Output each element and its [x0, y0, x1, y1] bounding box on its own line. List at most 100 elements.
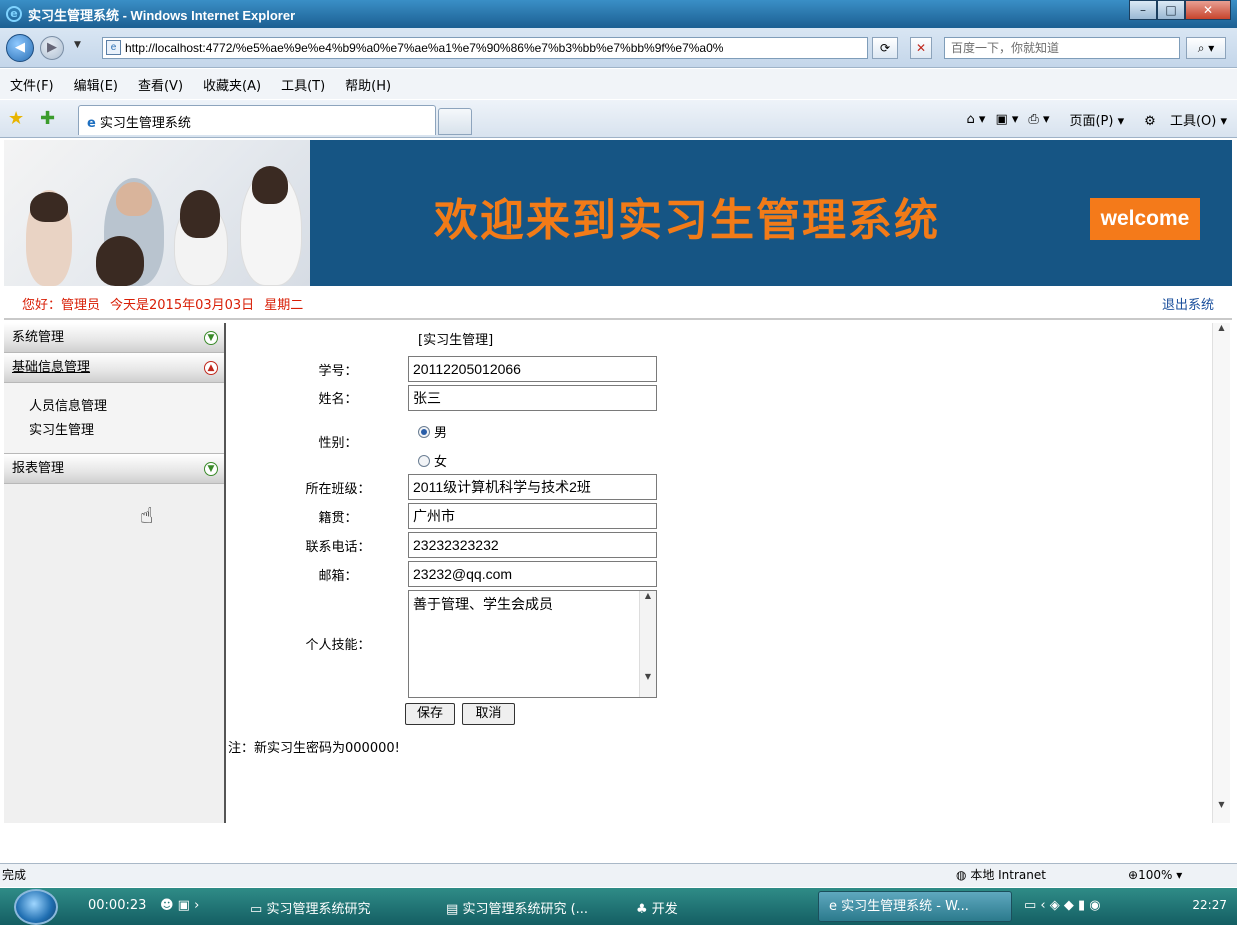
taskbar-item-folder[interactable]: ▭ 实习管理系统研究 [250, 898, 370, 917]
new-tab-button[interactable] [438, 108, 472, 135]
home-icon[interactable]: ⌂ ▾ [967, 112, 986, 127]
greeting-weekday: 星期二 [264, 298, 304, 313]
menu-bar: 文件(F) 编辑(E) 查看(V) 收藏夹(A) 工具(T) 帮助(H) [0, 69, 1237, 99]
tray-icons[interactable]: ▭ ‹ ◈ ◆ ▮ ◉ [1024, 898, 1101, 913]
favorites-star-icon[interactable]: ★ [8, 108, 24, 129]
document-icon: ▤ [446, 902, 459, 917]
gender-female-label: 女 [434, 455, 448, 470]
menu-view[interactable]: 查看(V) [138, 75, 183, 94]
menu-tools[interactable]: 工具(T) [281, 75, 325, 94]
minimize-button[interactable]: – [1129, 0, 1157, 20]
add-favorite-icon[interactable]: ✚ [40, 108, 55, 129]
command-bar: ⌂ ▾ ▣ ▾ ⎙ ▾ 页面(P) ▾ ⚙ 工具(O) ▾ [957, 110, 1227, 129]
radio-unselected-icon [418, 454, 430, 467]
page-menu-label: 页面(P) [1069, 114, 1114, 129]
refresh-button[interactable]: ⟳ [872, 37, 898, 59]
logout-link[interactable]: 退出系统 [1162, 294, 1214, 313]
zoom-icon: ⊕ [1128, 868, 1139, 882]
taskbar-item-document[interactable]: ▤ 实习管理系统研究 (... [446, 898, 588, 917]
expand-icon[interactable]: ▼ [204, 462, 218, 476]
back-button[interactable]: ◀ [6, 34, 34, 62]
sidebar-section-label: 报表管理 [12, 461, 65, 476]
globe-icon: ◍ [956, 868, 967, 882]
tools-menu[interactable]: ⚙ 工具(O) ▾ [1134, 110, 1227, 129]
cancel-button[interactable]: 取消 [462, 703, 515, 725]
tab-current[interactable]: e 实习生管理系统 [78, 105, 436, 135]
gender-radio-male[interactable]: 男 [418, 422, 447, 441]
skills-label: 个人技能： [305, 638, 371, 653]
tab-bar: ★ ✚ e 实习生管理系统 ⌂ ▾ ▣ ▾ ⎙ ▾ 页面(P) ▾ ⚙ 工具(O)… [0, 100, 1237, 138]
quick-launch-icons[interactable]: ☻ ▣ › [160, 898, 199, 913]
expand-icon[interactable]: ▼ [204, 331, 218, 345]
print-icon[interactable]: ⎙ ▾ [1028, 112, 1049, 127]
forward-button[interactable]: ▶ [40, 36, 64, 60]
name-field[interactable]: 张三 [408, 385, 657, 411]
sidebar-section-reports[interactable]: 报表管理 ▼ [4, 454, 224, 484]
start-button[interactable] [14, 889, 58, 925]
address-bar: ◀ ▶ ▼ e http://localhost:4772/%e5%ae%9e%… [0, 28, 1237, 68]
taskbar-item-label: 实习生管理系统 - W... [841, 899, 969, 914]
collapse-icon[interactable]: ▲ [204, 361, 218, 375]
radio-selected-icon [418, 425, 430, 438]
page-banner: 欢迎来到实习生管理系统 welcome [4, 140, 1232, 286]
sidebar-section-basic-info[interactable]: 基础信息管理 ▲ [4, 353, 224, 383]
page-menu[interactable]: 页面(P) ▾ [1059, 110, 1124, 129]
sidebar-submenu: 人员信息管理 实习生管理 [4, 383, 224, 454]
zone-indicator: ◍ 本地 Intranet [956, 864, 1046, 886]
email-field[interactable]: 23232@qq.com [408, 561, 657, 587]
folder-icon: ▭ [250, 902, 263, 917]
menu-edit[interactable]: 编辑(E) [74, 75, 118, 94]
phone-field[interactable]: 23232323232 [408, 532, 657, 558]
search-button[interactable]: ⌕ ▾ [1186, 37, 1226, 59]
tab-ie-icon: e [87, 116, 96, 131]
clock: 22:27 [1192, 898, 1227, 912]
maximize-button[interactable]: □ [1157, 0, 1185, 20]
sidebar-item-interns[interactable]: 实习生管理 [29, 419, 224, 443]
greeting-date: 今天是2015年03月03日 [110, 298, 255, 313]
sidebar-section-system[interactable]: 系统管理 ▼ [4, 323, 224, 353]
greeting: 您好：管理员 今天是2015年03月03日 星期二 [22, 294, 313, 313]
stop-button[interactable]: ✕ [910, 37, 932, 59]
menu-favorites[interactable]: 收藏夹(A) [203, 75, 261, 94]
tools-menu-label: 工具(O) [1169, 114, 1217, 129]
skills-textarea[interactable]: 善于管理、学生会成员 ▲ ▼ [408, 590, 657, 698]
taskbar-item-dev[interactable]: ♣ 开发 [636, 898, 678, 917]
taskbar-item-ie[interactable]: e 实习生管理系统 - W... [818, 891, 1012, 922]
page-scrollbar[interactable]: ▲ ▼ [1212, 323, 1230, 823]
hand-cursor-icon: ☝ [140, 504, 154, 529]
feeds-icon[interactable]: ▣ ▾ [995, 112, 1018, 127]
search-input[interactable]: 百度一下，你就知道 [944, 37, 1180, 59]
taskbar-item-label: 实习管理系统研究 [266, 902, 371, 917]
window-controls: – □ ✕ [1129, 0, 1231, 20]
zoom-value: 100% [1138, 868, 1173, 882]
gender-male-label: 男 [434, 426, 448, 441]
intern-form: [实习生管理] 学号： 20112205012066 姓名： 张三 性别： 男 … [228, 323, 1212, 823]
close-button[interactable]: ✕ [1185, 0, 1231, 20]
menu-file[interactable]: 文件(F) [10, 75, 54, 94]
zone-label: 本地 Intranet [970, 868, 1046, 882]
menu-help[interactable]: 帮助(H) [345, 75, 391, 94]
student-id-field[interactable]: 20112205012066 [408, 356, 657, 382]
zoom-control[interactable]: ⊕100% ▾ [1128, 864, 1182, 886]
ie-taskbar-icon: e [829, 899, 837, 914]
ie-logo-icon: e [6, 6, 22, 22]
save-button[interactable]: 保存 [405, 703, 455, 725]
hometown-field[interactable]: 广州市 [408, 503, 657, 529]
tree-icon: ♣ [636, 902, 648, 917]
textarea-scrollbar[interactable]: ▲ ▼ [639, 591, 656, 697]
window-title-bar: e 实习生管理系统 - Windows Internet Explorer – … [0, 0, 1237, 28]
skills-text: 善于管理、学生会成员 [413, 597, 553, 613]
sidebar-section-label: 系统管理 [12, 330, 65, 345]
url-input[interactable]: e http://localhost:4772/%e5%ae%9e%e4%b9%… [102, 37, 868, 59]
tab-title: 实习生管理系统 [99, 116, 191, 131]
class-field[interactable]: 2011级计算机科学与技术2班 [408, 474, 657, 500]
hometown-label: 籍贯： [318, 511, 358, 526]
banner-title: 欢迎来到实习生管理系统 [434, 195, 940, 246]
taskbar-item-label: 开发 [651, 902, 678, 917]
sidebar: 系统管理 ▼ 基础信息管理 ▲ 人员信息管理 实习生管理 报表管理 ▼ [4, 323, 226, 823]
gender-radio-female[interactable]: 女 [418, 451, 447, 470]
sidebar-item-personnel[interactable]: 人员信息管理 [29, 395, 224, 419]
student-id-label: 学号： [318, 364, 358, 379]
sidebar-section-label: 基础信息管理 [12, 360, 91, 375]
history-dropdown-icon[interactable]: ▼ [74, 40, 81, 50]
